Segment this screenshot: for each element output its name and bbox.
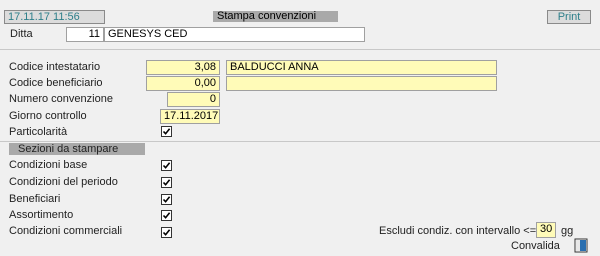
- codice-intestatario-input[interactable]: 3,08: [146, 60, 220, 75]
- numero-convenzione-label: Numero convenzione: [9, 93, 113, 105]
- convalida-label: Convalida: [511, 240, 560, 252]
- condizioni-periodo-checkbox[interactable]: [161, 177, 172, 188]
- condizioni-base-label: Condizioni base: [9, 159, 88, 171]
- giorno-controllo-label: Giorno controllo: [9, 110, 87, 122]
- codice-intestatario-label: Codice intestatario: [9, 61, 101, 73]
- assortimento-checkbox[interactable]: [161, 210, 172, 221]
- ditta-code-field[interactable]: 11: [66, 27, 104, 42]
- beneficiari-label: Beneficiari: [9, 193, 61, 205]
- door-icon[interactable]: [574, 238, 588, 253]
- condizioni-commerciali-label: Condizioni commerciali: [9, 225, 123, 237]
- particolarita-label: Particolarità: [9, 126, 68, 138]
- giorno-controllo-input[interactable]: 17.11.2017: [160, 109, 220, 124]
- print-button[interactable]: Print: [547, 10, 591, 24]
- particolarita-checkbox[interactable]: [161, 126, 172, 137]
- page-title: Stampa convenzioni: [217, 10, 317, 22]
- beneficiario-name-field: [226, 76, 497, 91]
- condizioni-periodo-label: Condizioni del periodo: [9, 176, 118, 188]
- condizioni-base-checkbox[interactable]: [161, 160, 172, 171]
- divider: [0, 141, 600, 142]
- divider: [0, 49, 600, 50]
- datetime-display: 17.11.17 11:56: [4, 10, 105, 24]
- assortimento-label: Assortimento: [9, 209, 74, 221]
- ditta-name-field: GENESYS CED: [104, 27, 365, 42]
- codice-beneficiario-input[interactable]: 0,00: [146, 76, 220, 91]
- escludi-unit: gg: [561, 225, 574, 237]
- condizioni-commerciali-checkbox[interactable]: [161, 227, 172, 238]
- intestatario-name-field: BALDUCCI ANNA: [226, 60, 497, 75]
- beneficiari-checkbox[interactable]: [161, 194, 172, 205]
- ditta-label: Ditta: [10, 28, 33, 40]
- escludi-input[interactable]: 30: [536, 222, 556, 238]
- escludi-label: Escludi condiz. con intervallo <= a: [379, 225, 546, 237]
- numero-convenzione-input[interactable]: 0: [167, 92, 220, 107]
- codice-beneficiario-label: Codice beneficiario: [9, 77, 103, 89]
- sezioni-header-label: Sezioni da stampare: [18, 143, 119, 155]
